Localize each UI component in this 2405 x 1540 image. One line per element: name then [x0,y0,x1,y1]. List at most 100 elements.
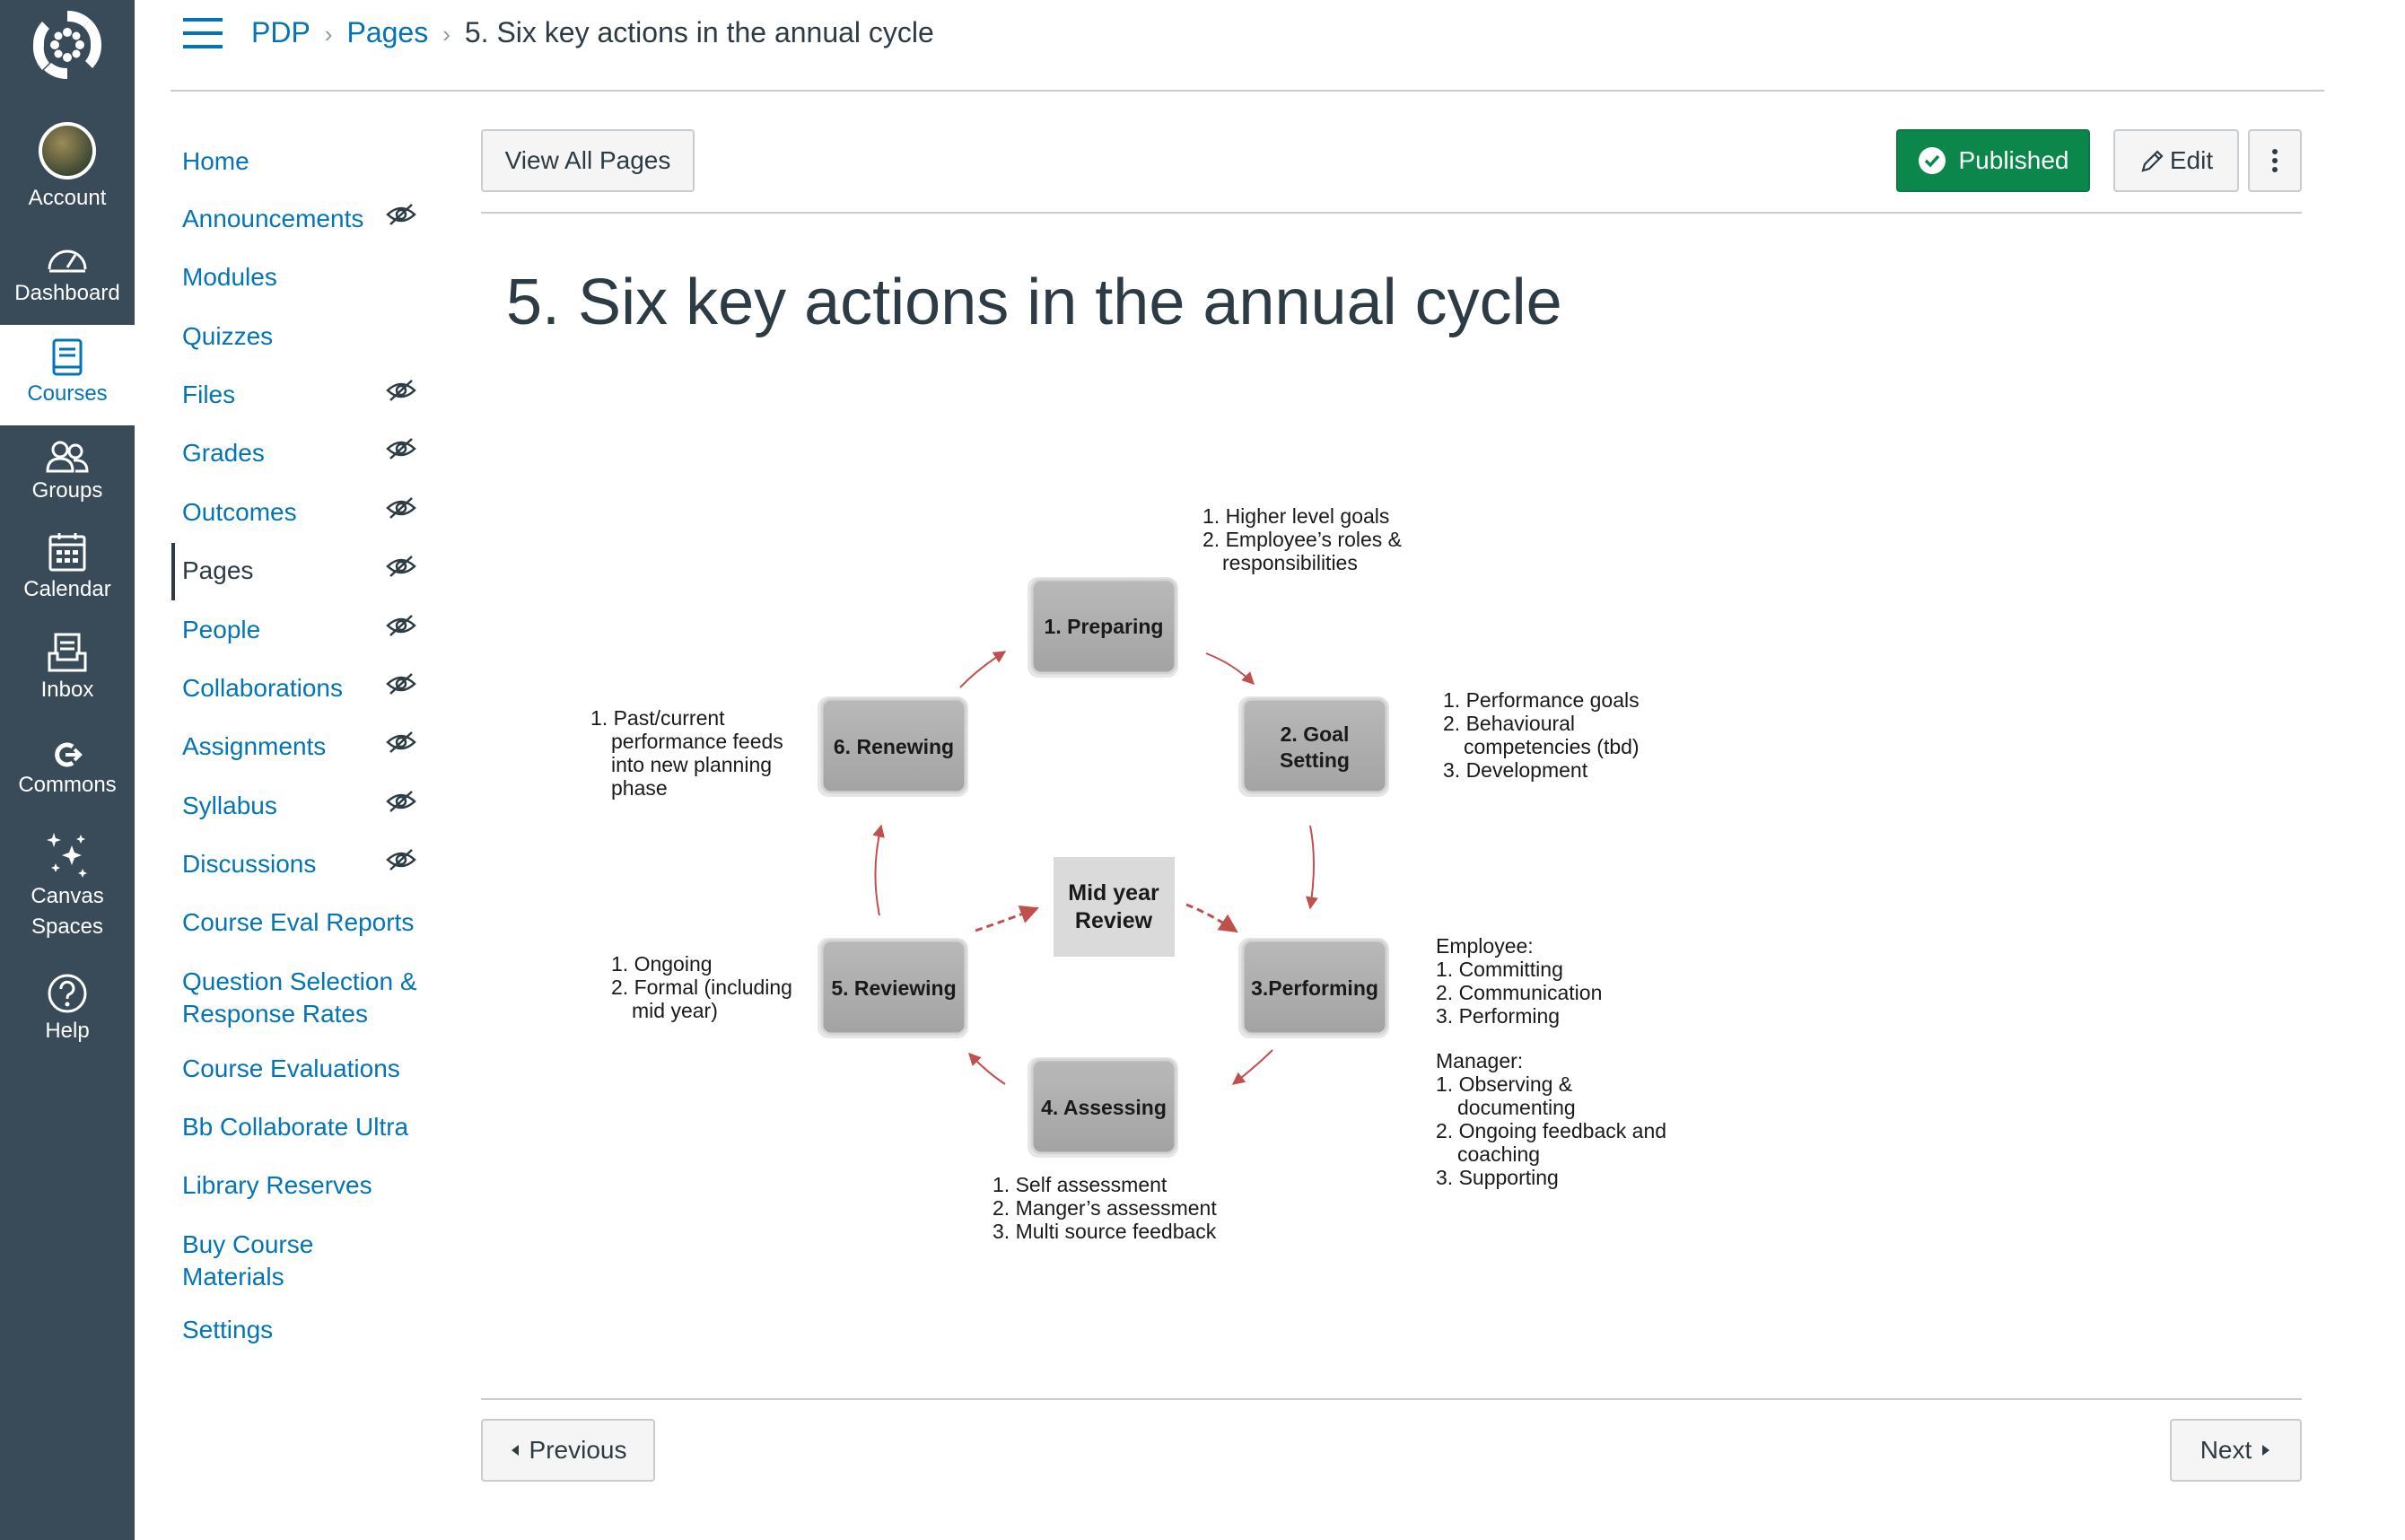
box-goal-label-1: 2. Goal [1281,722,1350,746]
note-assessing-line-1: 1. Self assessment [993,1173,1168,1196]
note-manager-line-5: coaching [1457,1142,1540,1166]
caret-right-icon [2262,1445,2270,1456]
commons-icon [55,742,83,767]
help-icon [48,974,87,1013]
note-reviewing: 1. Ongoing 2. Formal (including mid year… [611,952,792,1022]
box-renewing-label: 6. Renewing [834,735,954,758]
previous-label: Previous [529,1436,627,1464]
nav-help[interactable]: Help [0,973,135,1045]
breadcrumb-course-link[interactable]: PDP [251,16,310,48]
more-options-button[interactable] [2248,129,2302,192]
nav-canvas-spaces[interactable]: Canvas Spaces [0,831,135,941]
next-label: Next [2199,1436,2252,1464]
note-assessing-line-3: 3. Multi source feedback [993,1220,1217,1243]
nav-account[interactable]: Account [0,122,135,212]
annual-cycle-diagram: 1. Preparing 2. Goal Setting 3.Performin… [590,504,1666,1243]
nav-commons[interactable]: Commons [0,741,135,799]
global-navigation: Account Dashboard Courses Groups Calenda… [0,0,135,1540]
note-manager-line-3: documenting [1457,1096,1576,1119]
eye-slash-icon [386,791,416,812]
inbox-icon [48,633,87,672]
note-manager-line-6: 3. Supporting [1436,1166,1559,1189]
box-performing: 3.Performing [1238,938,1389,1038]
eye-slash-icon [386,849,416,871]
note-manager-line-1: Manager: [1436,1049,1523,1072]
note-employee-line-4: 3. Performing [1436,1004,1560,1028]
eye-slash-icon [386,731,416,753]
arrow-renewing-to-preparing [959,651,1007,688]
course-nav-course-eval-reports[interactable]: Course Eval Reports [182,906,451,939]
view-all-pages-button[interactable]: View All Pages [481,129,695,192]
box-goal-label-2: Setting [1280,748,1350,772]
course-nav-question-selection[interactable]: Question Selection & Response Rates [182,966,451,1030]
note-preparing-line-1: 1. Higher level goals [1202,504,1389,528]
chevron-right-icon: › [324,21,333,48]
eye-slash-icon [386,556,416,577]
groups-icon [46,441,89,473]
box-preparing-label: 1. Preparing [1045,615,1164,638]
course-nav-buy-course-materials[interactable]: Buy Course Materials [182,1229,451,1293]
note-renewing-line-4: phase [611,776,668,800]
canvas-logo[interactable] [0,0,135,90]
course-nav-quizzes[interactable]: Quizzes [182,320,451,353]
note-goal-line-3: competencies (tbd) [1464,735,1640,758]
breadcrumb-pages-link[interactable]: Pages [346,16,428,48]
course-nav-home[interactable]: Home [182,145,451,178]
box-midyear-label-1: Mid year [1068,880,1159,906]
course-nav-question-selection-line2: Response Rates [182,1000,369,1028]
next-button[interactable]: Next [2170,1419,2302,1482]
eye-slash-icon [386,673,416,695]
note-manager: Manager: 1. Observing & documenting 2. O… [1436,1049,1666,1189]
sparkle-icon [47,833,87,878]
nav-groups[interactable]: Groups [0,440,135,504]
arrow-goal-to-performing [1305,825,1318,910]
note-renewing: 1. Past/current performance feeds into n… [590,706,783,800]
nav-dashboard-label: Dashboard [14,281,120,305]
note-manager-line-4: 2. Ongoing feedback and [1436,1119,1666,1142]
edit-label: Edit [2169,146,2214,174]
nav-dashboard[interactable]: Dashboard [0,242,135,307]
page-header: PDP › Pages › 5. Six key actions in the annu… [171,0,2324,92]
note-goal-line-2: 2. Behavioural [1443,712,1575,735]
note-preparing-line-2: 2. Employee’s roles & [1202,528,1402,551]
dashboard-icon [48,249,87,273]
course-nav-buy-course-line1: Buy Course [182,1230,314,1258]
nav-account-label: Account [28,186,107,210]
note-employee-line-2: 1. Committing [1436,958,1563,981]
edit-button[interactable]: Edit [2113,129,2239,192]
previous-button[interactable]: Previous [481,1419,655,1482]
box-reviewing-label: 5. Reviewing [831,976,956,1000]
arrow-reviewing-to-midyear [975,906,1039,932]
arrow-midyear-to-performing [1185,903,1238,933]
published-button[interactable]: Published [1896,129,2090,192]
nav-calendar[interactable]: Calendar [0,531,135,603]
nav-canvas-spaces-label-1: Canvas [31,884,104,908]
course-nav-course-evaluations[interactable]: Course Evaluations [182,1053,451,1085]
course-nav-settings[interactable]: Settings [182,1314,451,1346]
course-nav-bb-collaborate[interactable]: Bb Collaborate Ultra [182,1111,451,1143]
nav-courses-label: Courses [27,381,108,406]
kebab-menu-icon [2272,149,2278,172]
check-circle-icon [1918,147,1946,174]
arrow-reviewing-to-renewing [872,824,885,916]
chevron-right-icon: › [442,21,450,48]
box-renewing: 6. Renewing [818,696,968,797]
pencil-icon [2141,150,2164,172]
nav-calendar-label: Calendar [23,577,111,601]
note-reviewing-line-2: 2. Formal (including [611,976,792,999]
active-indicator [171,543,175,600]
course-nav-question-selection-line1: Question Selection & [182,967,417,995]
note-employee: Employee: 1. Committing 2. Communication… [1436,934,1602,1028]
note-reviewing-line-3: mid year) [632,999,718,1022]
breadcrumb-current: 5. Six key actions in the annual cycle [464,16,934,48]
course-nav-library-reserves[interactable]: Library Reserves [182,1169,451,1202]
course-nav-modules[interactable]: Modules [182,261,451,293]
eye-slash-icon [386,497,416,519]
nav-courses[interactable]: Courses [0,325,135,425]
nav-inbox-label: Inbox [40,678,94,702]
caret-left-icon [511,1445,519,1456]
hamburger-menu-icon[interactable] [183,18,223,48]
nav-inbox[interactable]: Inbox [0,632,135,704]
box-preparing: 1. Preparing [1028,577,1178,678]
arrow-preparing-to-goal [1205,652,1255,685]
